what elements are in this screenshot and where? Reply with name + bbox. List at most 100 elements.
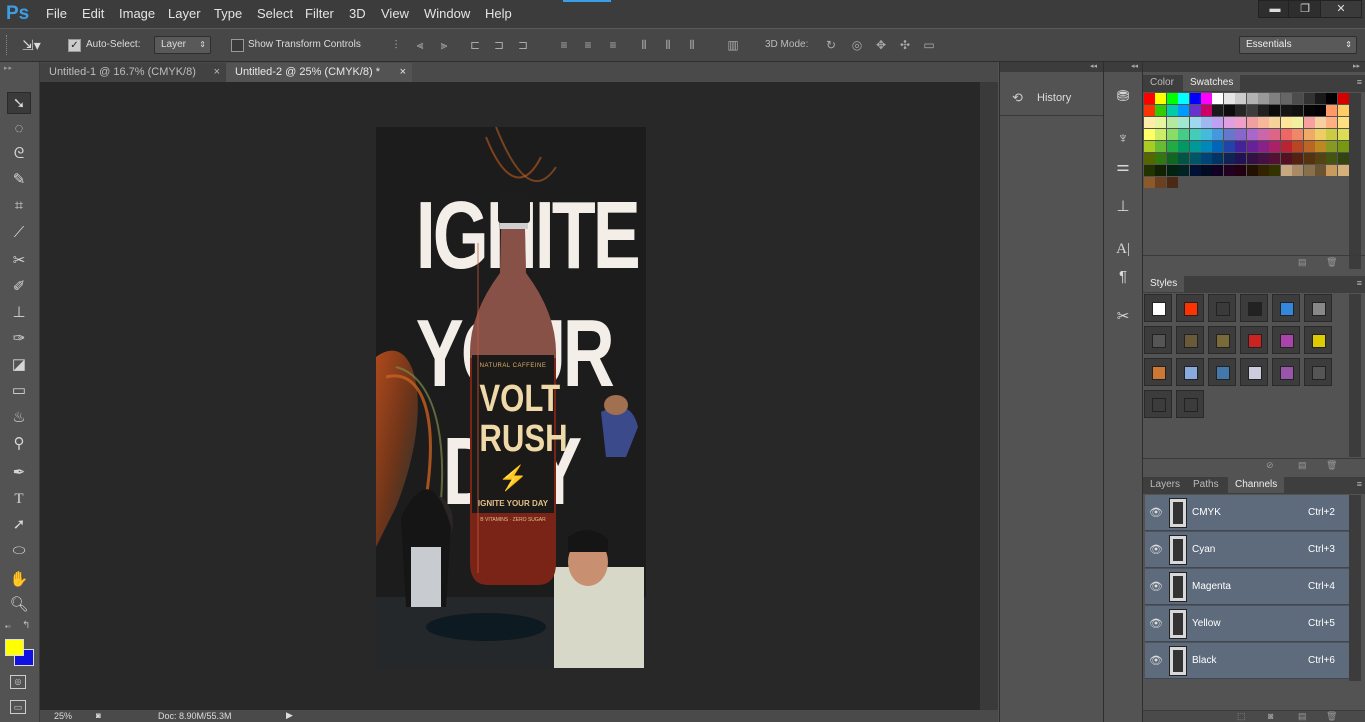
style-preset[interactable] [1144,326,1172,354]
history-panel-button[interactable]: ⟲ History [1000,74,1103,116]
color-swatch[interactable] [1201,117,1212,128]
color-swatch[interactable] [1201,165,1212,176]
clone-source-icon[interactable]: ⊥ [1112,196,1134,218]
color-swatch[interactable] [1303,153,1315,164]
tab-close-icon[interactable]: × [214,63,220,82]
color-swatch[interactable] [1212,117,1224,128]
style-preset[interactable] [1304,358,1332,386]
dodge-tool-icon[interactable]: ⚲ [7,433,31,455]
color-swatch[interactable] [1166,141,1178,152]
channel-row-yellow[interactable]: 👁︎ Yellow Ctrl+5 [1145,606,1351,642]
color-swatch[interactable] [1155,165,1167,176]
distribute-vcenter-icon[interactable]: ≡ [581,38,595,52]
color-swatch[interactable] [1292,105,1304,116]
color-swatch[interactable] [1189,117,1201,128]
tab-swatches[interactable]: Swatches [1183,75,1241,91]
color-swatch[interactable] [1269,129,1281,140]
color-swatch[interactable] [1189,165,1201,176]
minimize-button[interactable]: ▬ [1258,0,1292,18]
color-swatch[interactable] [1189,153,1201,164]
color-swatch[interactable] [1246,165,1258,176]
color-swatch[interactable] [1280,165,1292,176]
align-hcenter-icon[interactable]: ⊐ [492,38,506,52]
screen-mode-icon[interactable]: ▭ [10,700,26,714]
color-swatch[interactable] [1258,165,1269,176]
style-preset[interactable] [1304,294,1332,322]
menu-filter[interactable]: Filter [305,6,334,21]
color-swatch[interactable] [1280,153,1292,164]
new-style-icon[interactable]: ▤ [1298,460,1307,471]
eyedropper-tool-icon[interactable]: ⟋ [7,222,31,244]
color-swatch[interactable] [1166,93,1178,104]
type-tool-icon[interactable]: T [7,488,31,510]
style-preset[interactable] [1208,358,1236,386]
color-swatch[interactable] [1212,93,1224,104]
menu-layer[interactable]: Layer [168,6,201,21]
distribute-top-icon[interactable]: ≡ [557,38,571,52]
color-swatch[interactable] [1166,153,1178,164]
panel-menu-icon[interactable]: ≡ [1357,278,1362,288]
color-swatch[interactable] [1178,153,1190,164]
color-swatch[interactable] [1292,129,1304,140]
delete-swatch-icon[interactable]: 🗑︎ [1326,257,1337,268]
color-swatch[interactable] [1337,129,1349,140]
color-swatch[interactable] [1166,105,1178,116]
color-swatch[interactable] [1280,105,1292,116]
style-preset[interactable] [1144,390,1172,418]
style-preset[interactable] [1176,390,1204,418]
default-colors-icon[interactable]: ▪▫ [5,622,11,631]
color-swatch[interactable] [1315,165,1326,176]
color-swatch[interactable] [1235,93,1247,104]
path-select-tool-icon[interactable]: ➚ [7,514,31,536]
color-swatch[interactable] [1189,93,1201,104]
new-swatch-icon[interactable]: ▤ [1298,257,1307,268]
style-preset[interactable] [1304,326,1332,354]
color-swatch[interactable] [1315,105,1326,116]
lasso-tool-icon[interactable]: ᘓ [7,143,31,165]
color-swatch[interactable] [1212,105,1224,116]
color-swatch[interactable] [1337,165,1349,176]
auto-select-dropdown[interactable]: Layer ⇕ [154,36,211,54]
color-swatch[interactable] [1315,129,1326,140]
menu-3d[interactable]: 3D [349,6,366,21]
color-swatch[interactable] [1326,165,1338,176]
color-swatch[interactable] [1292,93,1304,104]
visibility-eye-icon[interactable]: 👁︎ [1149,543,1163,556]
color-swatch[interactable] [1337,141,1349,152]
close-button[interactable]: ✕ [1320,0,1362,18]
color-swatch[interactable] [1201,141,1212,152]
color-swatch[interactable] [1155,177,1167,188]
color-swatch[interactable] [1155,93,1167,104]
color-swatch[interactable] [1223,93,1235,104]
style-preset[interactable] [1272,326,1300,354]
color-swatch[interactable] [1280,93,1292,104]
stamp-tool-icon[interactable]: ⊥ [7,302,31,324]
color-swatch[interactable] [1337,117,1349,128]
style-preset[interactable] [1144,294,1172,322]
color-swatch[interactable] [1246,93,1258,104]
color-swatch[interactable] [1144,165,1155,176]
color-swatch[interactable] [1178,93,1190,104]
delete-channel-icon[interactable]: 🗑︎ [1326,711,1337,722]
swatches-scrollbar[interactable] [1349,93,1361,269]
channel-row-cyan[interactable]: 👁︎ Cyan Ctrl+3 [1145,532,1351,568]
color-swatch[interactable] [1144,93,1155,104]
color-swatch[interactable] [1155,129,1167,140]
menu-file[interactable]: File [46,6,67,21]
color-swatch[interactable] [1212,141,1224,152]
color-swatch[interactable] [1246,141,1258,152]
color-swatch[interactable] [1258,93,1269,104]
align-vcenter-icon[interactable]: ⫷ [413,38,427,52]
color-swatch[interactable] [1303,129,1315,140]
color-swatch[interactable] [1235,141,1247,152]
foreground-color-swatch[interactable] [5,639,24,656]
new-channel-icon[interactable]: ▤ [1298,711,1307,722]
distribute-bottom-icon[interactable]: ≡ [606,38,620,52]
color-swatch[interactable] [1201,129,1212,140]
color-swatch[interactable] [1269,105,1281,116]
workspace-dropdown[interactable]: Essentials ⇕ [1239,36,1357,54]
color-swatch[interactable] [1326,117,1338,128]
dock-collapse-icon[interactable]: ▸▸ [1143,62,1365,72]
color-swatch[interactable] [1178,105,1190,116]
character-panel-icon[interactable]: A| [1112,238,1134,260]
